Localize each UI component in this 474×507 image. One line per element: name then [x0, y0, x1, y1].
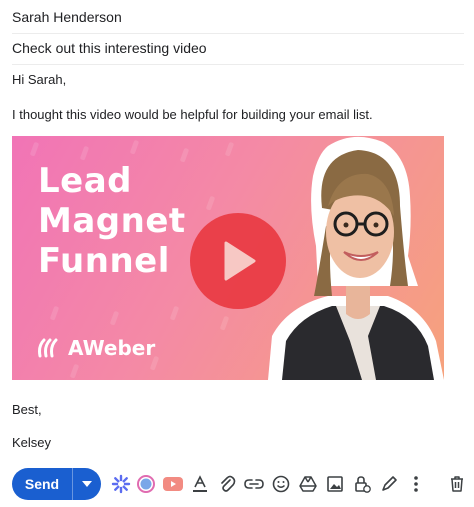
- greeting-text: Hi Sarah,: [12, 72, 67, 87]
- body-line: I thought this video would be helpful fo…: [12, 107, 373, 122]
- emoji-icon[interactable]: [270, 473, 292, 495]
- video-title-line: Lead: [38, 161, 133, 201]
- subject-text: Check out this interesting video: [12, 39, 207, 56]
- recipient-name: Sarah Henderson: [12, 8, 122, 25]
- send-button-group: Send: [12, 468, 101, 500]
- image-icon[interactable]: [324, 473, 346, 495]
- text-format-icon[interactable]: [189, 473, 211, 495]
- play-button[interactable]: [190, 213, 286, 309]
- signoff-text: Best,: [12, 402, 42, 417]
- play-icon: [224, 241, 256, 281]
- send-button[interactable]: Send: [12, 468, 72, 500]
- send-options-icon[interactable]: [72, 468, 101, 500]
- youtube-icon[interactable]: [162, 473, 184, 495]
- aweber-logo: AWeber: [36, 336, 155, 360]
- drive-icon[interactable]: [297, 473, 319, 495]
- color-circle-icon[interactable]: [135, 473, 157, 495]
- attach-icon[interactable]: [216, 473, 238, 495]
- brand-name: AWeber: [68, 336, 156, 360]
- signature-text: Kelsey: [12, 435, 52, 450]
- video-thumbnail[interactable]: Lead Magnet Funnel AWeber: [12, 136, 444, 380]
- compose-toolbar: Send: [0, 466, 474, 502]
- delete-icon[interactable]: [446, 473, 468, 495]
- link-icon[interactable]: [243, 473, 265, 495]
- ai-spark-icon[interactable]: [110, 473, 132, 495]
- subject-field[interactable]: Check out this interesting video: [12, 31, 464, 65]
- confidential-icon[interactable]: [351, 473, 373, 495]
- signature-icon[interactable]: [378, 473, 400, 495]
- video-title-line: Magnet: [38, 201, 186, 241]
- aweber-logo-icon: [38, 338, 58, 358]
- recipient-field[interactable]: Sarah Henderson: [12, 0, 464, 34]
- more-icon[interactable]: [405, 473, 427, 495]
- video-title-line: Funnel: [38, 241, 170, 281]
